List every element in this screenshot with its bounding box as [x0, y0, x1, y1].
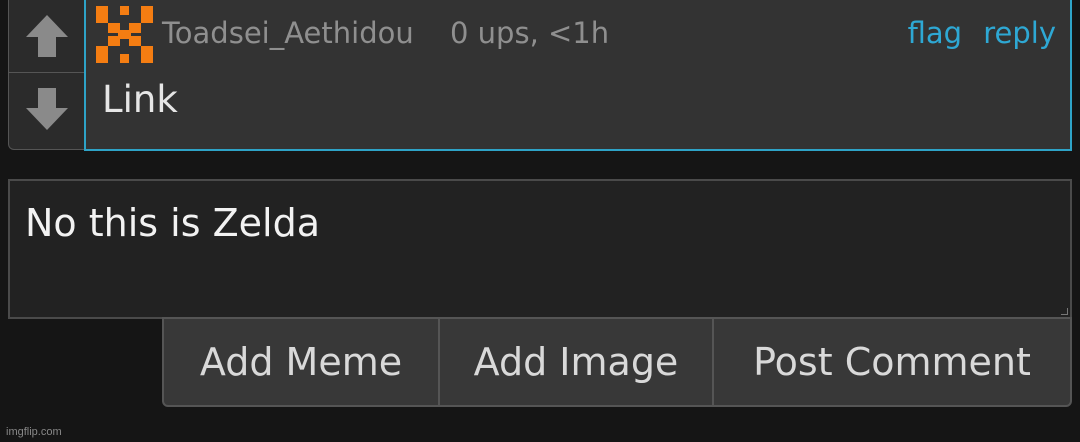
- comment-body: Toadsei_Aethidou 0 ups, <1h flag reply L…: [84, 0, 1072, 151]
- comment-actions: flag reply: [896, 16, 1056, 50]
- resize-grip-icon[interactable]: [1061, 308, 1068, 315]
- comment-thread: Toadsei_Aethidou 0 ups, <1h flag reply L…: [0, 0, 1080, 442]
- flag-link[interactable]: flag: [908, 16, 962, 50]
- downvote-button[interactable]: [9, 73, 84, 145]
- avatar[interactable]: [96, 6, 153, 63]
- add-meme-button[interactable]: Add Meme: [164, 319, 438, 405]
- post-comment-button[interactable]: Post Comment: [712, 319, 1070, 405]
- reply-button-group: Add Meme Add Image Post Comment: [162, 317, 1072, 407]
- arrow-up-icon: [25, 15, 68, 57]
- add-image-button[interactable]: Add Image: [438, 319, 712, 405]
- comment-username[interactable]: Toadsei_Aethidou: [162, 16, 414, 50]
- comment-text: Link: [102, 78, 178, 121]
- avatar-icon: [96, 6, 153, 63]
- vote-column: [8, 0, 84, 150]
- upvote-button[interactable]: [9, 0, 84, 72]
- comment-meta: 0 ups, <1h: [450, 16, 610, 50]
- reply-link[interactable]: reply: [983, 16, 1056, 50]
- arrow-down-icon: [25, 88, 68, 130]
- reply-textarea[interactable]: No this is Zelda: [8, 179, 1072, 319]
- reply-text-value: No this is Zelda: [25, 201, 320, 245]
- watermark: imgflip.com: [6, 426, 62, 438]
